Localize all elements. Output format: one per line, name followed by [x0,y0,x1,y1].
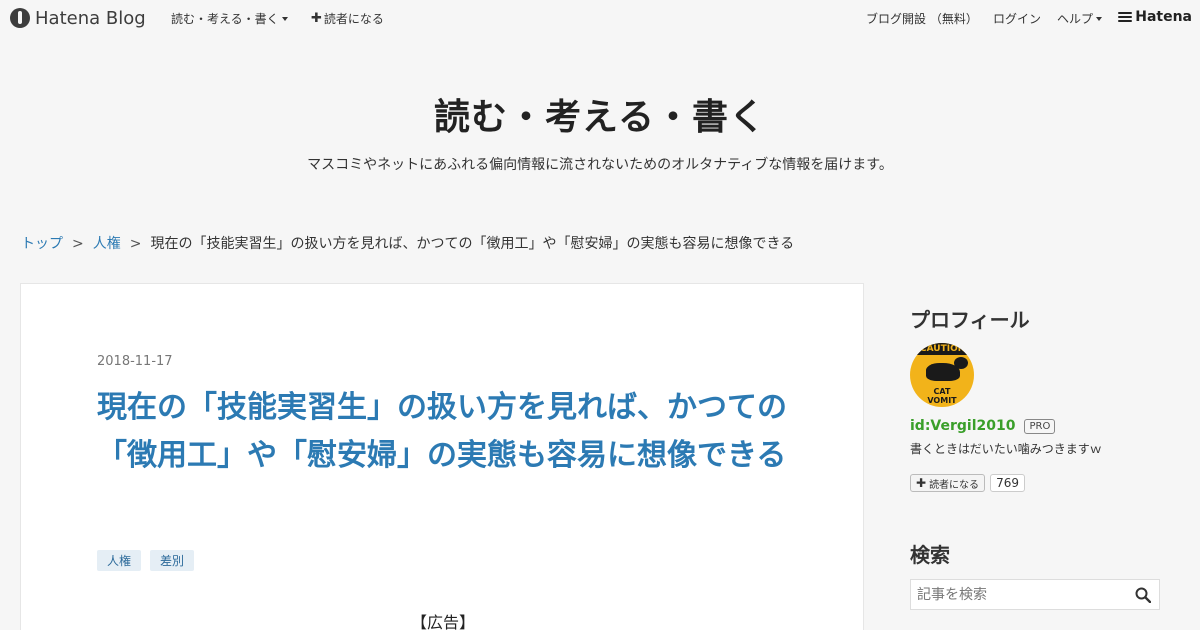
caret-down-icon [1096,16,1103,21]
login-label: ログイン [993,12,1042,26]
pro-badge: PRO [1024,418,1056,434]
avatar-bottom-text-1: CAT [933,387,951,396]
logo-text: Hatena Blog [35,7,146,29]
tag-link[interactable]: 差別 [150,550,195,571]
search-form [910,579,1160,610]
help-label: ヘルプ [1057,12,1094,26]
hatena-blog-logo-icon [10,8,30,28]
breadcrumb: トップ > 人権 > 現在の「技能実習生」の扱い方を見れば、かつての「徴用工」や「慰安婦… [21,233,794,253]
search-section-title: 検索 [910,543,950,567]
cat-head-icon [954,357,968,369]
help-dropdown[interactable]: ヘルプ [1057,10,1103,27]
subscribe-button-label: 読者になる [929,479,980,491]
top-navbar: Hatena Blog 読む・考える・書く ✚ 読者になる ブログ開設 （無料）… [0,0,1200,36]
avatar[interactable]: CAUTION CAT VOMIT [910,343,974,407]
login-link[interactable]: ログイン [993,10,1041,27]
profile-id-row: id:Vergil2010 PRO [910,418,1056,434]
subscriber-count[interactable]: 769 [990,474,1025,492]
avatar-bottom-text: CAT VOMIT [910,387,974,405]
user-id-link[interactable]: id:Vergil2010 [910,418,1015,434]
subscribe-nav-label: 読者になる [323,12,384,26]
blog-description: マスコミやネットにあふれる偏向情報に流されないためのオルタナティブな情報を届けま… [307,157,893,173]
breadcrumb-separator: > [72,236,84,252]
entry-date[interactable]: 2018-11-17 [97,354,173,369]
subscribe-button[interactable]: ✚ 読者になる [910,474,986,492]
breadcrumb-top-link[interactable]: トップ [21,236,63,252]
breadcrumb-category-link[interactable]: 人権 [93,236,121,252]
profile-description: 書くときはだいたい噛みつきますｗ [910,442,1102,456]
blog-menu-dropdown[interactable]: 読む・考える・書く [171,10,288,27]
tag-link[interactable]: 人権 [97,550,142,571]
breadcrumb-current: 現在の「技能実習生」の扱い方を見れば、かつての「徴用工」や「慰安婦」の実態も容易… [150,236,795,252]
profile-section-title: プロフィール [910,308,1030,332]
subscribe-widget: ✚ 読者になる 769 [910,474,1025,492]
hatena-brand-icon [1118,10,1133,24]
article-card: 2018-11-17 現在の「技能実習生」の扱い方を見れば、かつての「徴用工」や… [20,283,864,630]
open-blog-link[interactable]: ブログ開設 （無料） [866,10,978,27]
avatar-top-text: CAUTION [920,344,966,354]
entry-title[interactable]: 現在の「技能実習生」の扱い方を見れば、かつての「徴用工」や「慰安婦」の実態も容易… [97,384,797,480]
subscribe-nav-button[interactable]: ✚ 読者になる [311,10,384,27]
hatena-blog-logo[interactable]: Hatena Blog [10,6,146,30]
search-icon[interactable] [1135,587,1151,603]
plus-icon: ✚ [311,11,322,26]
entry-tags: 人権 差別 [97,550,203,571]
breadcrumb-separator: > [129,236,142,252]
avatar-bottom-text-2: VOMIT [927,396,957,405]
hatena-brand-label: Hatena [1135,9,1192,25]
open-blog-label: ブログ開設 （無料） [866,12,978,26]
blog-title[interactable]: 読む・考える・書く [0,88,1200,140]
hatena-brand-link[interactable]: Hatena [1118,9,1192,25]
plus-icon: ✚ [916,476,927,490]
ad-label: 【広告】 [410,613,475,630]
blog-menu-label: 読む・考える・書く [171,12,279,26]
search-input[interactable] [911,580,1131,609]
caret-down-icon [281,16,288,21]
